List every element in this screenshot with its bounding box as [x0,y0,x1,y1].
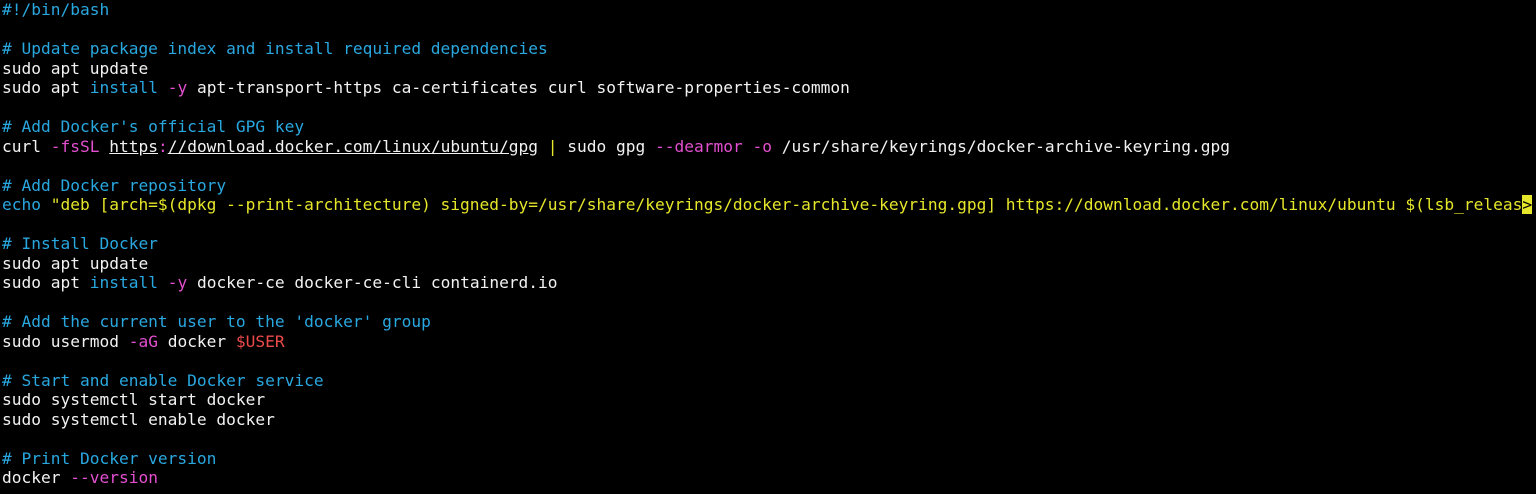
code-comment: # Print Docker version [2,448,217,468]
code-line[interactable]: # Start and enable Docker service [2,371,1536,391]
code-token: /usr/share/keyrings/docker-archive-keyri… [771,136,1231,156]
code-keyword: install [89,273,158,292]
code-flag: --version [70,468,158,487]
code-line[interactable]: #!/bin/bash [2,0,1536,20]
code-line[interactable]: sudo apt update [2,254,1536,274]
code-token: apt-transport-https ca-certificates curl… [187,78,850,97]
code-line[interactable]: sudo apt install -y docker-ce docker-ce-… [2,273,1536,293]
code-comment: # Start and enable Docker service [2,370,324,390]
code-comment: # Add the current user to the 'docker' g… [2,312,431,331]
code-token: docker [157,331,236,351]
code-token: sudo systemctl enable docker [2,409,275,429]
blank-line[interactable] [2,429,1536,449]
code-line[interactable]: echo "deb [arch=$(dpkg --print-architect… [2,195,1536,215]
code-line[interactable]: # Add the current user to the 'docker' g… [2,312,1536,332]
code-token: | [547,136,558,156]
code-line[interactable]: # Add Docker repository [2,176,1536,196]
code-line[interactable]: sudo apt install -y apt-transport-https … [2,78,1536,98]
code-token: sudo apt [2,273,90,292]
code-token: sudo systemctl start docker [2,390,266,409]
blank-line[interactable] [2,293,1536,313]
code-comment: # Add Docker repository [2,175,227,195]
code-string: "deb [arch=$(dpkg --print-architecture) … [40,195,1523,214]
code-flag: -fsSL [50,136,100,156]
code-token: //download.docker.com/linux/ubuntu/gpg [167,136,539,156]
code-flag: --dearmor [655,136,743,156]
code-token: https [109,136,158,156]
code-line[interactable]: docker --version [2,468,1536,488]
code-comment: # Install Docker [2,234,158,253]
blank-line[interactable] [2,156,1536,176]
code-line[interactable]: sudo usermod -aG docker $USER [2,332,1536,352]
blank-line[interactable] [2,20,1536,40]
code-token: docker [2,468,71,487]
terminal-editor[interactable]: #!/bin/bash # Update package index and in… [0,0,1536,494]
code-token: docker-ce docker-ce-cli containerd.io [187,273,558,292]
blank-line[interactable] [2,98,1536,118]
code-line[interactable]: # Print Docker version [2,449,1536,469]
code-flag: -y [167,78,188,97]
code-flag: -y [167,273,188,292]
code-keyword: echo [2,195,41,214]
code-line[interactable]: # Install Docker [2,234,1536,254]
line-overflow-marker: > [1522,195,1533,214]
code-comment: # Update package index and install requi… [2,39,548,58]
code-token: sudo gpg [557,136,656,156]
code-token: curl [2,136,51,156]
code-token: sudo apt update [2,253,149,273]
code-line[interactable]: sudo apt update [2,59,1536,79]
code-comment: #!/bin/bash [2,0,110,19]
blank-line[interactable] [2,351,1536,371]
code-variable: $USER [235,331,285,351]
code-flag: -aG [128,331,158,351]
code-line[interactable]: curl -fsSL https://download.docker.com/l… [2,137,1536,157]
code-flag: -o [752,136,772,156]
code-token: sudo apt update [2,58,149,78]
code-line[interactable]: sudo systemctl enable docker [2,410,1536,430]
code-token: sudo usermod [2,331,129,351]
code-token: sudo apt [2,78,90,97]
blank-line[interactable] [2,215,1536,235]
code-line[interactable]: sudo systemctl start docker [2,390,1536,410]
code-line[interactable]: # Update package index and install requi… [2,39,1536,59]
code-line[interactable]: # Add Docker's official GPG key [2,117,1536,137]
code-keyword: install [89,78,158,97]
code-flag: : [157,136,168,156]
code-comment: # Add Docker's official GPG key [2,117,305,136]
